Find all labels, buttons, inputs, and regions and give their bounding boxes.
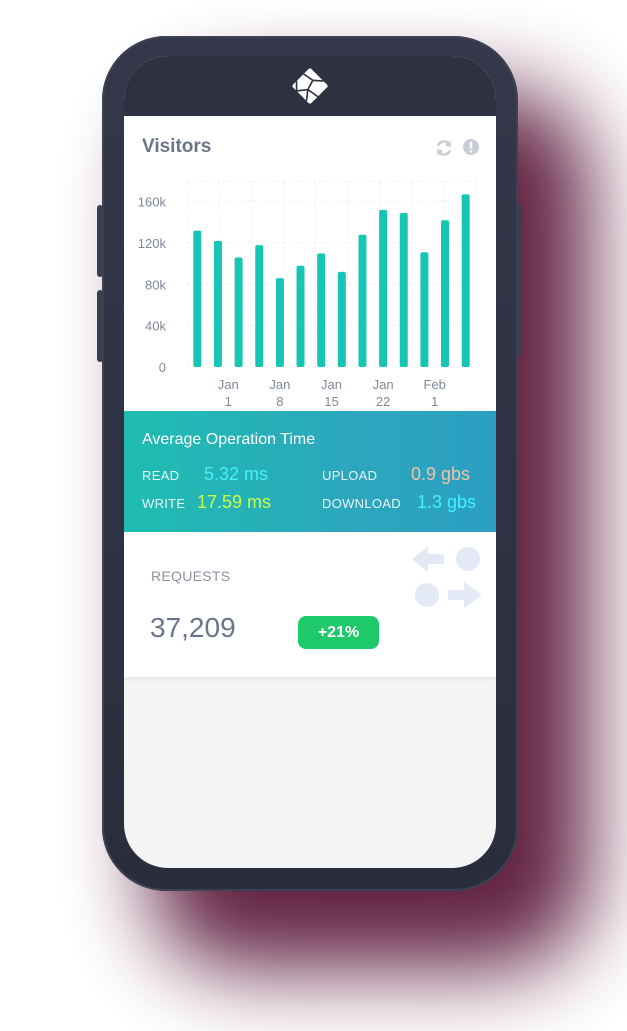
x-tick-day: 8 xyxy=(276,394,283,409)
requests-label: REQUESTS xyxy=(151,568,231,584)
chart-bar xyxy=(275,278,284,367)
chart-bar xyxy=(213,240,222,367)
y-tick-label: 40k xyxy=(145,319,166,334)
transfer-arrows-icon xyxy=(412,546,482,608)
download-label: DOWNLOAD xyxy=(322,496,401,511)
requests-card: REQUESTS 37,209 +21% xyxy=(124,532,496,677)
x-tick-month: Jan xyxy=(269,377,290,392)
x-tick-month: Jan xyxy=(218,377,239,392)
requests-change-badge: +21% xyxy=(298,616,379,649)
x-tick-month: Jan xyxy=(373,377,394,392)
chart-bar xyxy=(399,213,408,367)
read-label: READ xyxy=(142,468,180,483)
power-button xyxy=(517,205,522,355)
x-tick-day: 15 xyxy=(324,394,338,409)
y-tick-label: 80k xyxy=(145,277,166,292)
chart-bar xyxy=(255,245,264,367)
chart-bar xyxy=(441,220,450,367)
volume-down-button xyxy=(97,290,103,362)
y-tick-label: 0 xyxy=(159,360,166,375)
chart-bar xyxy=(337,271,346,367)
x-tick-day: 1 xyxy=(225,394,232,409)
upload-label: UPLOAD xyxy=(322,468,378,483)
x-tick-month: Jan xyxy=(321,377,342,392)
operation-title: Average Operation Time xyxy=(142,431,316,448)
volume-up-button xyxy=(97,205,103,277)
visitors-card: Visitors 0 40k 80k 120k 160k Jan 1 Jan 8 Jan 15 Jan… xyxy=(124,116,496,411)
upload-value: 0.9 gbs xyxy=(411,464,471,484)
chart-bar xyxy=(461,194,470,367)
chart-bar xyxy=(317,253,326,367)
chart-bar xyxy=(234,257,243,367)
netlify-logo-icon xyxy=(292,68,328,104)
y-tick-label: 120k xyxy=(138,236,167,251)
app-topbar xyxy=(124,56,496,116)
visitors-bar-chart: 0 40k 80k 120k 160k Jan 1 Jan 8 Jan 15 Jan 22 Feb 1 xyxy=(138,180,477,409)
phone-screen: Visitors 0 40k 80k 120k 160k Jan 1 Jan 8 Jan 15 Jan… xyxy=(124,56,496,868)
download-value: 1.3 gbs xyxy=(417,492,477,512)
x-tick-day: 1 xyxy=(431,394,438,409)
write-label: WRITE xyxy=(142,496,186,511)
chart-bar xyxy=(420,252,429,367)
read-value: 5.32 ms xyxy=(204,464,269,484)
x-tick-day: 22 xyxy=(376,394,390,409)
x-tick-month: Feb xyxy=(424,377,446,392)
chart-bar xyxy=(193,230,202,367)
chart-bar xyxy=(379,209,388,367)
chart-bar xyxy=(296,265,305,367)
y-tick-label: 160k xyxy=(138,195,167,210)
write-value: 17.59 ms xyxy=(197,492,272,512)
chart-bar xyxy=(358,234,367,367)
operation-time-panel: Average Operation Time READ 5.32 ms UPLO… xyxy=(124,411,496,532)
requests-value: 37,209 xyxy=(150,612,236,643)
